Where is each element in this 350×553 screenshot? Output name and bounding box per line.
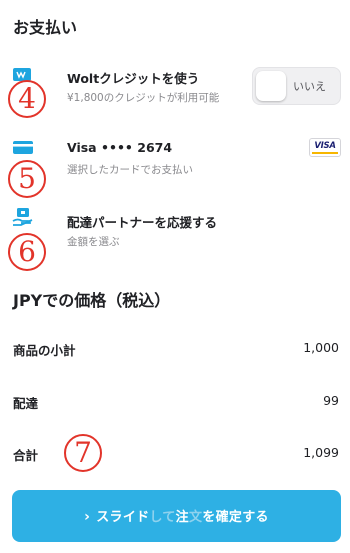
price-value: 1,099 xyxy=(303,445,339,460)
slide-to-confirm-button[interactable]: › スライドして注文を確定する xyxy=(12,490,341,542)
chevron-right-icon: › xyxy=(84,509,91,525)
visa-logo-text: VISA xyxy=(314,141,336,151)
wolt-credit-toggle[interactable]: いいえ xyxy=(252,67,341,105)
pricing-title: JPYでの価格（税込） xyxy=(13,291,171,310)
wolt-credit-title: Woltクレジットを使う xyxy=(67,71,200,86)
price-label: 商品の小計 xyxy=(13,343,76,358)
annotation-badge-6: 6 xyxy=(8,233,46,271)
visa-logo: VISA xyxy=(309,138,341,157)
card-title: Visa •••• 2674 xyxy=(67,140,173,155)
price-value: 1,000 xyxy=(303,340,339,355)
card-subtitle: 選択したカードでお支払い xyxy=(67,164,193,176)
credit-card-icon xyxy=(12,140,34,156)
wolt-credit-subtitle: ¥1,800のクレジットが利用可能 xyxy=(67,92,220,104)
annotation-badge-4: 4 xyxy=(8,80,46,118)
price-label: 合計 xyxy=(13,448,39,463)
courier-support-icon xyxy=(12,207,34,227)
price-label: 配達 xyxy=(13,396,39,411)
payment-section-title: お支払い xyxy=(13,18,78,37)
toggle-label: いいえ xyxy=(293,80,326,93)
price-value: 99 xyxy=(323,393,339,408)
tip-subtitle: 金額を選ぶ xyxy=(67,236,120,248)
slide-to-confirm-label: › スライドして注文を確定する xyxy=(84,509,269,525)
tip-title: 配達パートナーを応援する xyxy=(67,215,218,230)
annotation-badge-7: 7 xyxy=(64,434,102,472)
toggle-knob[interactable] xyxy=(256,71,286,101)
annotation-badge-5: 5 xyxy=(8,160,46,198)
